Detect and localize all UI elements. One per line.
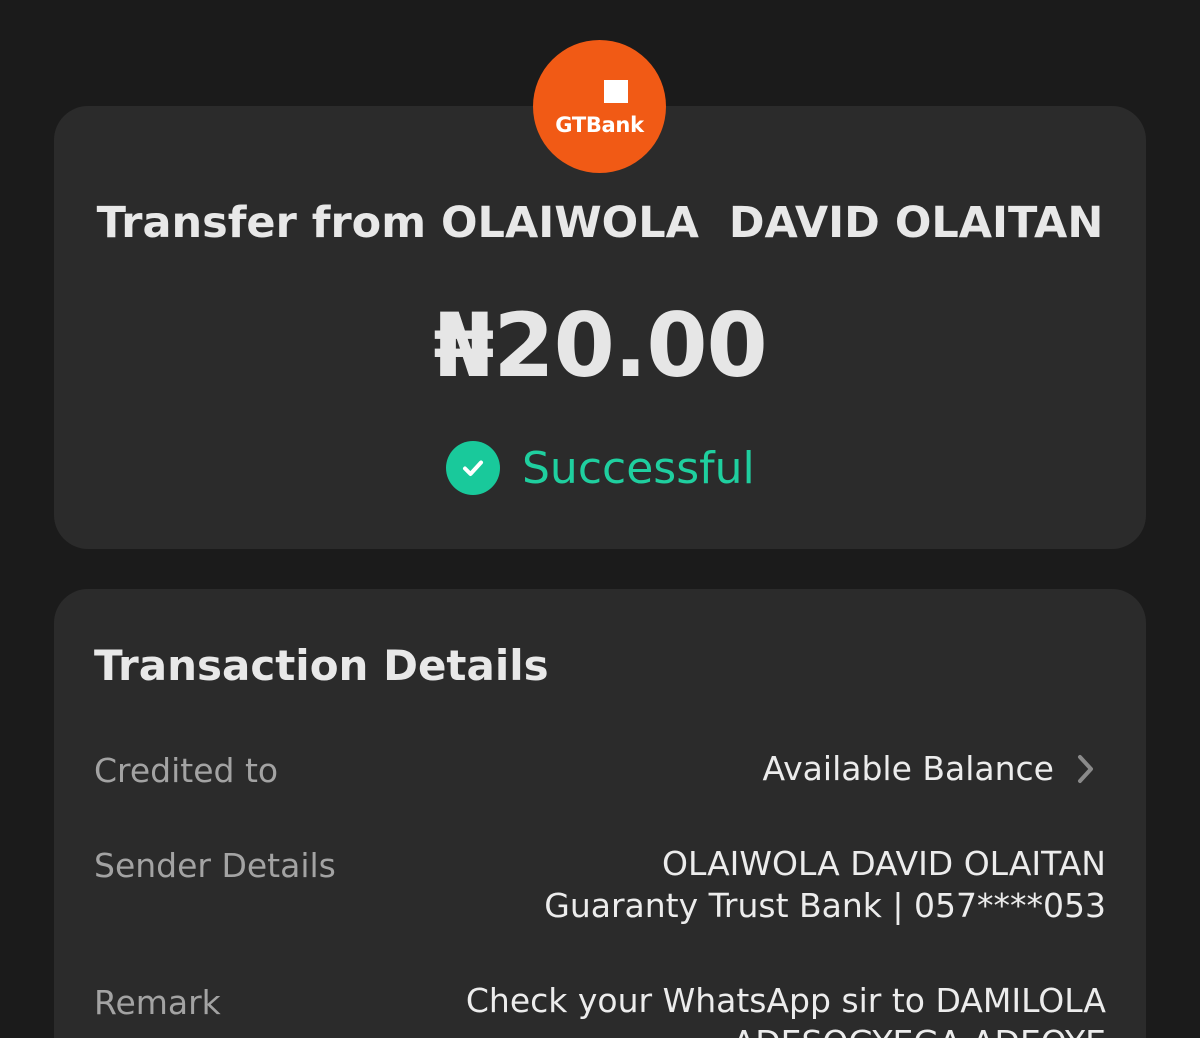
logo-square-icon [604, 80, 628, 103]
transfer-amount: ₦20.00 [433, 294, 768, 397]
sender-name: OLAIWOLA DAVID OLAITAN [661, 844, 1106, 883]
credited-to-text: Available Balance [762, 749, 1054, 788]
transfer-title: Transfer from OLAIWOLA DAVID OLAITAN [96, 198, 1104, 248]
details-title: Transaction Details [94, 641, 549, 690]
sender-details-label: Sender Details [94, 846, 336, 885]
remark-value: Check your WhatsApp sir to DAMILOLA ADES… [466, 980, 1106, 1038]
transaction-details-card: Transaction Details Credited to Availabl… [54, 589, 1146, 1038]
credited-to-label: Credited to [94, 751, 279, 790]
remark-line-1: Check your WhatsApp sir to DAMILOLA [465, 981, 1106, 1020]
check-circle-icon [446, 441, 500, 495]
chevron-right-icon [1078, 754, 1093, 783]
credited-to-value[interactable]: Available Balance [763, 749, 1098, 788]
gtbank-logo: GTBank [533, 40, 666, 173]
sender-bank: Guaranty Trust Bank | 057****053 [544, 886, 1106, 925]
logo-text: GTBank [555, 113, 644, 137]
remark-label: Remark [94, 983, 221, 1022]
transaction-receipt-screen: GTBank Transfer from OLAIWOLA DAVID OLAI… [0, 0, 1200, 1038]
sender-details-value: OLAIWOLA DAVID OLAITAN Guaranty Trust Ba… [544, 843, 1106, 927]
remark-line-2: ADESOGYEGA ADEOYE [466, 1022, 1106, 1038]
status-row: Successful [446, 440, 755, 496]
status-text: Successful [522, 442, 755, 494]
